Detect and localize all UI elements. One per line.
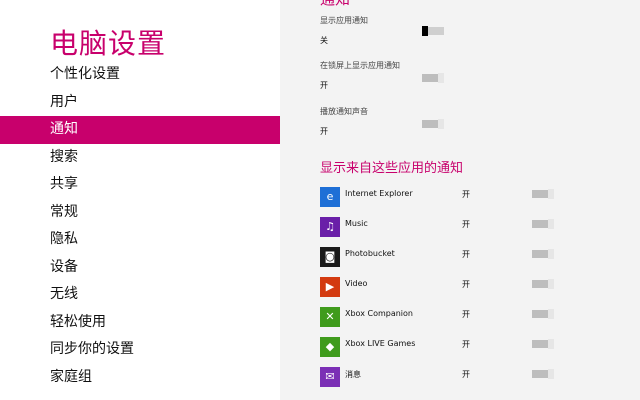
app-name: Xbox Companion	[345, 309, 413, 318]
setting-show-app-notifications: 显示应用通知 关	[320, 15, 620, 46]
app-name: Music	[345, 219, 368, 228]
apps-section-title: 显示来自这些应用的通知	[320, 161, 464, 176]
setting-label: 播放通知声音	[320, 107, 368, 116]
nav-item-users[interactable]: 用户	[0, 89, 280, 117]
nav-item-devices[interactable]: 设备	[0, 254, 280, 282]
app-row-music: ♫ Music 开	[320, 217, 620, 237]
nav-item-general[interactable]: 常规	[0, 199, 280, 227]
app-name: Video	[345, 279, 368, 288]
gamepad-icon: ◆	[320, 337, 340, 357]
app-row-video: ▶ Video 开	[320, 277, 620, 297]
toggle-thumb	[548, 219, 554, 229]
app-row-internet-explorer: e Internet Explorer 开	[320, 187, 620, 207]
toggle-thumb	[548, 249, 554, 259]
setting-state: 开	[320, 127, 328, 136]
app-state: 开	[462, 340, 470, 349]
toggle-thumb	[438, 73, 444, 83]
app-row-messaging: ✉ 消息 开	[320, 367, 620, 387]
app-row-xbox-live-games: ◆ Xbox LIVE Games 开	[320, 337, 620, 357]
toggle-thumb	[548, 309, 554, 319]
toggle-app-music[interactable]	[532, 219, 554, 229]
nav-item-homegroup[interactable]: 家庭组	[0, 364, 280, 392]
app-state: 开	[462, 280, 470, 289]
setting-label: 在锁屏上显示应用通知	[320, 61, 400, 70]
toggle-app-xbox-live-games[interactable]	[532, 339, 554, 349]
app-row-photobucket: ◙ Photobucket 开	[320, 247, 620, 267]
toggle-show-app-notifications[interactable]	[422, 26, 444, 36]
nav-item-wireless[interactable]: 无线	[0, 281, 280, 309]
app-state: 开	[462, 310, 470, 319]
toggle-app-xbox-companion[interactable]	[532, 309, 554, 319]
app-name: Xbox LIVE Games	[345, 339, 416, 348]
app-row-xbox-companion: ✕ Xbox Companion 开	[320, 307, 620, 327]
settings-sidebar: 电脑设置 个性化设置 用户 通知 搜索 共享 常规 隐私 设备 无线 轻松使用 …	[0, 0, 280, 400]
app-name: Internet Explorer	[345, 189, 413, 198]
notifications-panel: 通知 显示应用通知 关 在锁屏上显示应用通知 开 播放通知声音 开 显示来自这些…	[280, 0, 640, 400]
toggle-thumb	[438, 119, 444, 129]
app-state: 开	[462, 190, 470, 199]
toggle-thumb	[548, 369, 554, 379]
toggle-lock-screen-notifications[interactable]	[422, 73, 444, 83]
app-state: 开	[462, 250, 470, 259]
nav-item-sync-settings[interactable]: 同步你的设置	[0, 336, 280, 364]
toggle-thumb	[548, 189, 554, 199]
messaging-icon: ✉	[320, 367, 340, 387]
internet-explorer-icon: e	[320, 187, 340, 207]
setting-state: 开	[320, 81, 328, 90]
play-icon: ▶	[320, 277, 340, 297]
headphones-icon: ♫	[320, 217, 340, 237]
app-name: Photobucket	[345, 249, 395, 258]
page-title: 电脑设置	[50, 27, 167, 60]
nav-item-notifications[interactable]: 通知	[0, 116, 280, 144]
nav-item-privacy[interactable]: 隐私	[0, 226, 280, 254]
app-name: 消息	[345, 370, 361, 379]
setting-label: 显示应用通知	[320, 16, 368, 25]
settings-nav: 个性化设置 用户 通知 搜索 共享 常规 隐私 设备 无线 轻松使用 同步你的设…	[0, 61, 280, 391]
app-state: 开	[462, 220, 470, 229]
camera-icon: ◙	[320, 247, 340, 267]
setting-lock-screen-notifications: 在锁屏上显示应用通知 开	[320, 60, 620, 91]
section-title-notifications: 通知	[320, 0, 350, 9]
toggle-app-internet-explorer[interactable]	[532, 189, 554, 199]
toggle-thumb	[548, 339, 554, 349]
setting-state: 关	[320, 36, 328, 45]
nav-item-share[interactable]: 共享	[0, 171, 280, 199]
app-state: 开	[462, 370, 470, 379]
toggle-app-photobucket[interactable]	[532, 249, 554, 259]
xbox-icon: ✕	[320, 307, 340, 327]
toggle-app-messaging[interactable]	[532, 369, 554, 379]
setting-play-notification-sound: 播放通知声音 开	[320, 106, 620, 137]
toggle-app-video[interactable]	[532, 279, 554, 289]
toggle-thumb	[422, 26, 428, 36]
toggle-thumb	[548, 279, 554, 289]
nav-item-ease-of-access[interactable]: 轻松使用	[0, 309, 280, 337]
nav-item-personalize[interactable]: 个性化设置	[0, 61, 280, 89]
nav-item-search[interactable]: 搜索	[0, 144, 280, 172]
toggle-play-notification-sound[interactable]	[422, 119, 444, 129]
